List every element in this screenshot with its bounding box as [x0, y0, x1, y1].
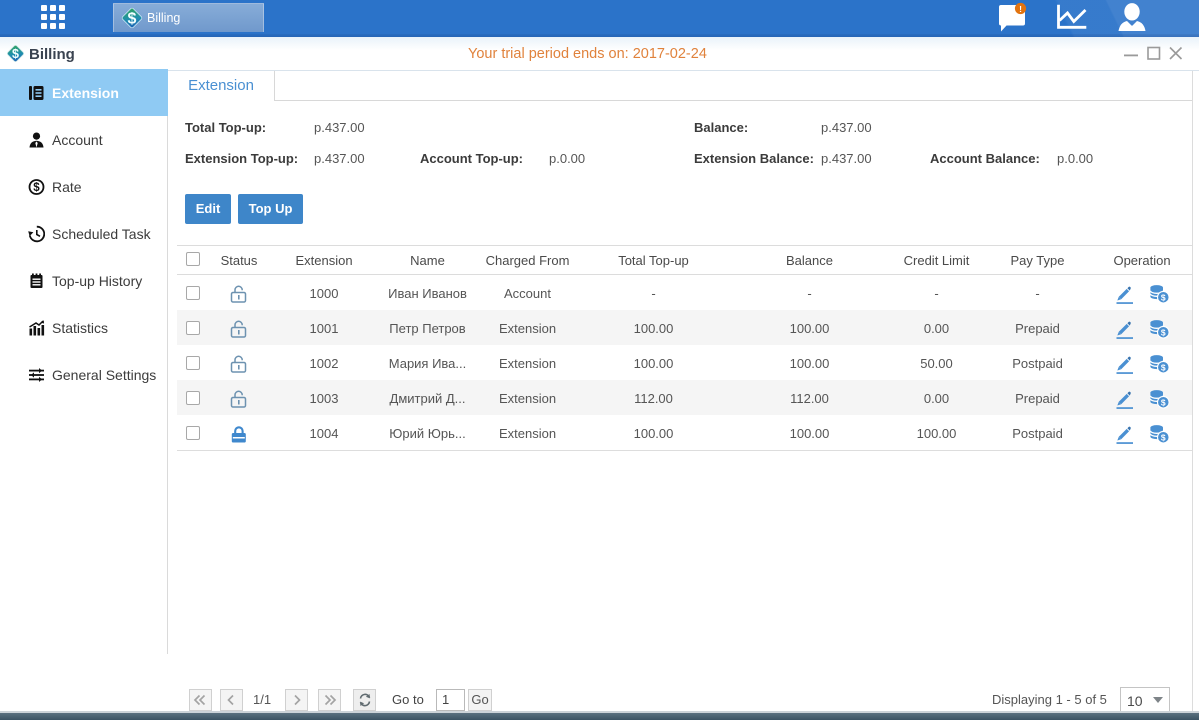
svg-text:$: $: [128, 11, 137, 28]
svg-text:$: $: [1161, 397, 1166, 407]
svg-text:$: $: [12, 47, 19, 61]
svg-text:$: $: [1161, 432, 1166, 442]
svg-text:!: !: [1019, 4, 1022, 14]
svg-text:$: $: [1161, 292, 1166, 302]
svg-text:$: $: [33, 182, 40, 194]
svg-text:$: $: [1161, 327, 1166, 337]
svg-text:$: $: [1161, 362, 1166, 372]
